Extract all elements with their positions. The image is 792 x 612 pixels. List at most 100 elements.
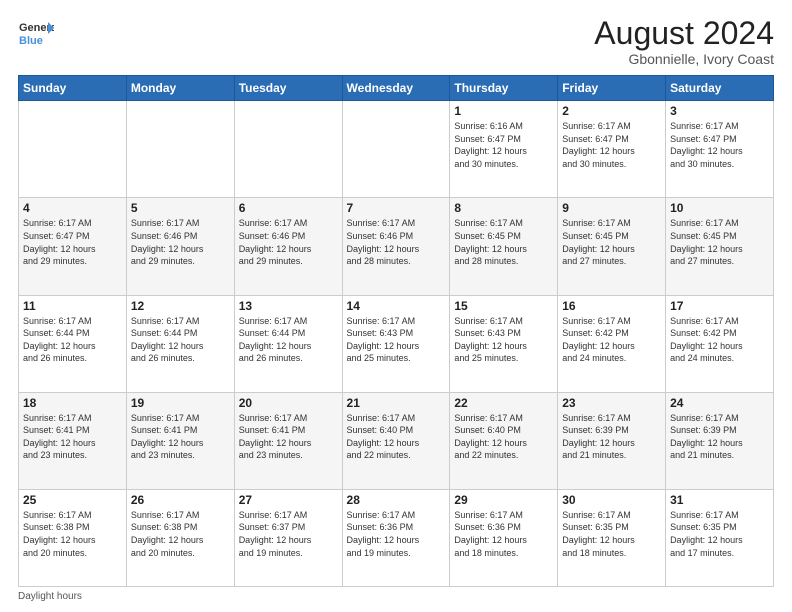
day-info: Sunrise: 6:17 AM Sunset: 6:47 PM Dayligh… (670, 120, 769, 170)
day-number: 17 (670, 299, 769, 313)
day-info: Sunrise: 6:17 AM Sunset: 6:46 PM Dayligh… (239, 217, 338, 267)
day-number: 13 (239, 299, 338, 313)
day-number: 15 (454, 299, 553, 313)
day-info: Sunrise: 6:17 AM Sunset: 6:44 PM Dayligh… (239, 315, 338, 365)
calendar-cell: 21 Sunrise: 6:17 AM Sunset: 6:40 PM Dayli… (342, 392, 450, 489)
calendar-cell: 2 Sunrise: 6:17 AM Sunset: 6:47 PM Daylig… (558, 101, 666, 198)
day-number: 2 (562, 104, 661, 118)
header: General Blue August 2024 Gbonnielle, Ivo… (18, 16, 774, 67)
calendar-cell: 15Sunrise: 6:17 AM Sunset: 6:43 PM Dayli… (450, 295, 558, 392)
footer-note: Daylight hours (18, 591, 774, 602)
day-info: Sunrise: 6:17 AM Sunset: 6:45 PM Dayligh… (454, 217, 553, 267)
calendar-cell (19, 101, 127, 198)
day-number: 25 (23, 493, 122, 507)
week-row-0: 1 Sunrise: 6:16 AM Sunset: 6:47 PM Daylig… (19, 101, 774, 198)
calendar-cell: 13 Sunrise: 6:17 AM Sunset: 6:44 PM Dayli… (234, 295, 342, 392)
calendar-cell (342, 101, 450, 198)
day-info: Sunrise: 6:16 AM Sunset: 6:47 PM Dayligh… (454, 120, 553, 170)
weekday-header-thursday: Thursday (450, 76, 558, 101)
day-number: 16 (562, 299, 661, 313)
title-block: August 2024 Gbonnielle, Ivory Coast (594, 16, 774, 67)
day-number: 22 (454, 396, 553, 410)
day-info: Sunrise: 6:17 AM Sunset: 6:47 PM Dayligh… (562, 120, 661, 170)
week-row-2: 11 Sunrise: 6:17 AM Sunset: 6:44 PM Dayli… (19, 295, 774, 392)
day-info: Sunrise: 6:17 AM Sunset: 6:40 PM Dayligh… (454, 412, 553, 462)
week-row-1: 4 Sunrise: 6:17 AM Sunset: 6:47 PM Daylig… (19, 198, 774, 295)
svg-text:Blue: Blue (19, 35, 43, 47)
calendar-cell: 11Sunrise: 6:17 AM Sunset: 6:44 PM Dayli… (19, 295, 127, 392)
week-row-3: 18Sunrise: 6:17 AM Sunset: 6:41 PM Dayli… (19, 392, 774, 489)
calendar-cell: 8 Sunrise: 6:17 AM Sunset: 6:45 PM Daylig… (450, 198, 558, 295)
calendar-cell: 30Sunrise: 6:17 AM Sunset: 6:35 PM Dayli… (558, 489, 666, 586)
weekday-header-monday: Monday (126, 76, 234, 101)
day-info: Sunrise: 6:17 AM Sunset: 6:45 PM Dayligh… (670, 217, 769, 267)
calendar-cell (234, 101, 342, 198)
weekday-header-friday: Friday (558, 76, 666, 101)
day-info: Sunrise: 6:17 AM Sunset: 6:40 PM Dayligh… (347, 412, 446, 462)
day-info: Sunrise: 6:17 AM Sunset: 6:44 PM Dayligh… (131, 315, 230, 365)
day-number: 3 (670, 104, 769, 118)
day-info: Sunrise: 6:17 AM Sunset: 6:47 PM Dayligh… (23, 217, 122, 267)
day-info: Sunrise: 6:17 AM Sunset: 6:42 PM Dayligh… (562, 315, 661, 365)
day-number: 4 (23, 201, 122, 215)
day-info: Sunrise: 6:17 AM Sunset: 6:42 PM Dayligh… (670, 315, 769, 365)
day-info: Sunrise: 6:17 AM Sunset: 6:41 PM Dayligh… (131, 412, 230, 462)
calendar-cell: 27Sunrise: 6:17 AM Sunset: 6:37 PM Dayli… (234, 489, 342, 586)
day-number: 12 (131, 299, 230, 313)
day-info: Sunrise: 6:17 AM Sunset: 6:43 PM Dayligh… (347, 315, 446, 365)
day-number: 7 (347, 201, 446, 215)
calendar-cell: 29 Sunrise: 6:17 AM Sunset: 6:36 PM Dayli… (450, 489, 558, 586)
calendar-cell: 23 Sunrise: 6:17 AM Sunset: 6:39 PM Dayli… (558, 392, 666, 489)
calendar-cell (126, 101, 234, 198)
weekday-header-saturday: Saturday (666, 76, 774, 101)
day-number: 26 (131, 493, 230, 507)
calendar-cell: 22 Sunrise: 6:17 AM Sunset: 6:40 PM Dayli… (450, 392, 558, 489)
location: Gbonnielle, Ivory Coast (594, 51, 774, 67)
day-number: 8 (454, 201, 553, 215)
calendar-cell: 20 Sunrise: 6:17 AM Sunset: 6:41 PM Dayli… (234, 392, 342, 489)
day-number: 23 (562, 396, 661, 410)
calendar-cell: 6 Sunrise: 6:17 AM Sunset: 6:46 PM Daylig… (234, 198, 342, 295)
calendar: SundayMondayTuesdayWednesdayThursdayFrid… (18, 75, 774, 587)
day-number: 6 (239, 201, 338, 215)
calendar-cell: 5 Sunrise: 6:17 AM Sunset: 6:46 PM Daylig… (126, 198, 234, 295)
week-row-4: 25 Sunrise: 6:17 AM Sunset: 6:38 PM Dayli… (19, 489, 774, 586)
day-number: 24 (670, 396, 769, 410)
day-info: Sunrise: 6:17 AM Sunset: 6:46 PM Dayligh… (347, 217, 446, 267)
day-info: Sunrise: 6:17 AM Sunset: 6:39 PM Dayligh… (562, 412, 661, 462)
day-info: Sunrise: 6:17 AM Sunset: 6:41 PM Dayligh… (23, 412, 122, 462)
day-info: Sunrise: 6:17 AM Sunset: 6:36 PM Dayligh… (454, 509, 553, 559)
calendar-cell: 28 Sunrise: 6:17 AM Sunset: 6:36 PM Dayli… (342, 489, 450, 586)
day-info: Sunrise: 6:17 AM Sunset: 6:45 PM Dayligh… (562, 217, 661, 267)
day-number: 31 (670, 493, 769, 507)
day-number: 30 (562, 493, 661, 507)
calendar-cell: 12 Sunrise: 6:17 AM Sunset: 6:44 PM Dayli… (126, 295, 234, 392)
calendar-cell: 1 Sunrise: 6:16 AM Sunset: 6:47 PM Daylig… (450, 101, 558, 198)
day-number: 21 (347, 396, 446, 410)
day-number: 14 (347, 299, 446, 313)
logo-svg: General Blue (18, 16, 54, 52)
day-info: Sunrise: 6:17 AM Sunset: 6:36 PM Dayligh… (347, 509, 446, 559)
day-info: Sunrise: 6:17 AM Sunset: 6:41 PM Dayligh… (239, 412, 338, 462)
day-number: 20 (239, 396, 338, 410)
calendar-cell: 18Sunrise: 6:17 AM Sunset: 6:41 PM Dayli… (19, 392, 127, 489)
day-number: 10 (670, 201, 769, 215)
month-year: August 2024 (594, 16, 774, 51)
day-info: Sunrise: 6:17 AM Sunset: 6:38 PM Dayligh… (23, 509, 122, 559)
calendar-cell: 24Sunrise: 6:17 AM Sunset: 6:39 PM Dayli… (666, 392, 774, 489)
day-info: Sunrise: 6:17 AM Sunset: 6:35 PM Dayligh… (670, 509, 769, 559)
day-number: 29 (454, 493, 553, 507)
day-info: Sunrise: 6:17 AM Sunset: 6:38 PM Dayligh… (131, 509, 230, 559)
calendar-cell: 4 Sunrise: 6:17 AM Sunset: 6:47 PM Daylig… (19, 198, 127, 295)
day-number: 5 (131, 201, 230, 215)
day-info: Sunrise: 6:17 AM Sunset: 6:46 PM Dayligh… (131, 217, 230, 267)
day-number: 1 (454, 104, 553, 118)
calendar-cell: 26 Sunrise: 6:17 AM Sunset: 6:38 PM Dayli… (126, 489, 234, 586)
day-number: 28 (347, 493, 446, 507)
calendar-cell: 9 Sunrise: 6:17 AM Sunset: 6:45 PM Daylig… (558, 198, 666, 295)
calendar-cell: 31 Sunrise: 6:17 AM Sunset: 6:35 PM Dayli… (666, 489, 774, 586)
day-number: 11 (23, 299, 122, 313)
weekday-header-row: SundayMondayTuesdayWednesdayThursdayFrid… (19, 76, 774, 101)
day-number: 9 (562, 201, 661, 215)
calendar-cell: 14 Sunrise: 6:17 AM Sunset: 6:43 PM Dayli… (342, 295, 450, 392)
